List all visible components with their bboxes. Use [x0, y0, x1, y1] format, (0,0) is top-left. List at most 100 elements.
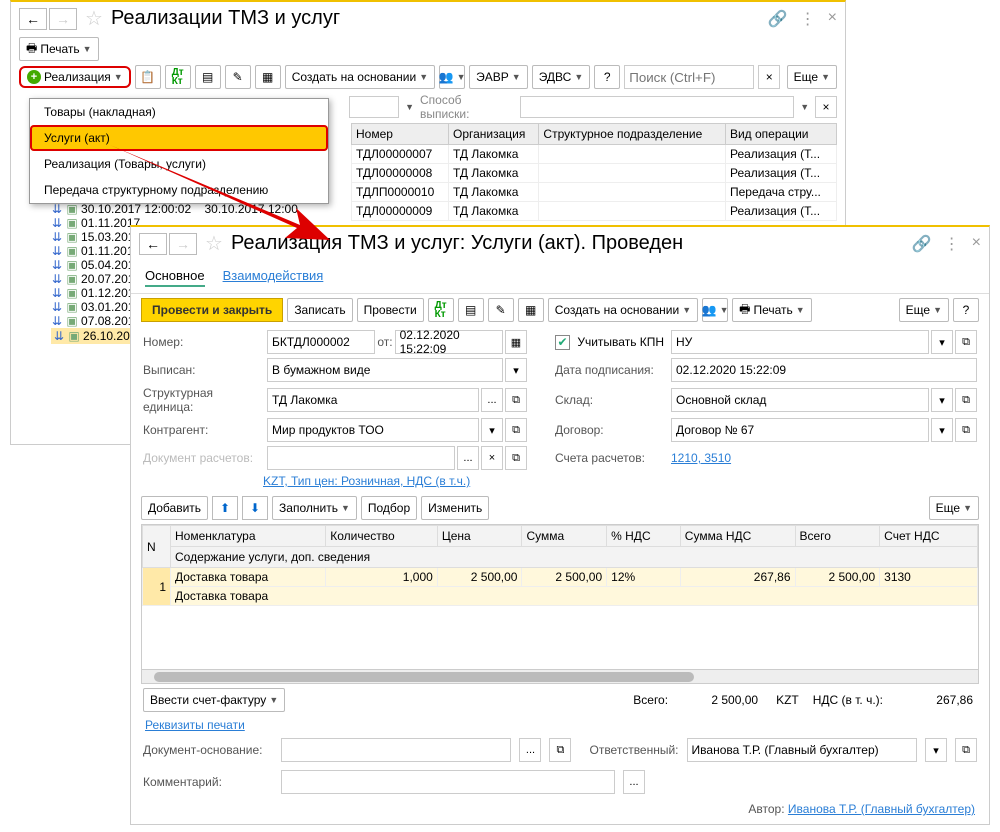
realize-button[interactable]: + Реализация ▼ [19, 66, 131, 88]
post-and-close-button[interactable]: Провести и закрыть [141, 298, 283, 322]
filter-label: Способ выписки: [420, 93, 514, 121]
number-field[interactable]: БКТДЛ000002 [267, 330, 375, 354]
vat-value: 267,86 [897, 693, 977, 707]
totals-row: Ввести счет-фактуру▼ Всего: 2 500,00 KZT… [131, 684, 989, 716]
contract-field[interactable]: Договор № 67 [671, 418, 929, 442]
table-row[interactable]: ТДЛ00000007ТД ЛакомкаРеализация (Т... [352, 145, 837, 164]
responsible-field[interactable]: Иванова Т.Р. (Главный бухгалтер) [687, 738, 917, 762]
pick-button[interactable]: Подбор [361, 496, 417, 520]
filter-method-input[interactable] [520, 96, 794, 118]
create-invoice-button[interactable]: Ввести счет-фактуру▼ [143, 688, 285, 712]
issued-field[interactable]: В бумажном виде [267, 358, 503, 382]
table-row[interactable]: ТДЛ00000008ТД ЛакомкаРеализация (Т... [352, 164, 837, 183]
copy-button[interactable]: 📋 [135, 65, 161, 89]
print-button[interactable]: 🖶 Печать ▼ [19, 37, 99, 61]
change-button[interactable]: Изменить [421, 496, 489, 520]
dropdown-icon[interactable]: ▾ [931, 330, 953, 354]
menu-item-transfer[interactable]: Передача структурному подразделению [30, 177, 328, 203]
items-toolbar: Добавить ⬆ ⬇ Заполнить▼ Подбор Изменить … [131, 492, 989, 524]
nav-forward-button[interactable]: → [49, 8, 77, 30]
pricetype-link[interactable]: KZT, Тип цен: Розничная, НДС (в т.ч.) [263, 474, 470, 488]
documents-table: Номер Организация Структурное подразделе… [351, 123, 837, 221]
tab-main[interactable]: Основное [145, 266, 205, 287]
horizontal-scrollbar[interactable] [142, 669, 978, 683]
fill-button[interactable]: Заполнить▼ [272, 496, 357, 520]
table-row[interactable]: 1 Доставка товара 1,000 2 500,00 2 500,0… [143, 568, 978, 587]
main-toolbar: + Реализация ▼ 📋 ДтКт ▤ ✎ ▦ Создать на о… [11, 63, 845, 91]
report-button[interactable]: ▤ [195, 65, 221, 89]
doc-window-title: Реализация ТМЗ и услуг: Услуги (акт). Пр… [231, 232, 904, 255]
sub-more-button[interactable]: Еще▼ [929, 496, 979, 520]
create-based-button[interactable]: Создать на основании▼ [285, 65, 435, 89]
create-based-button[interactable]: Создать на основании▼ [548, 298, 698, 322]
open-icon[interactable]: ⧉ [955, 330, 977, 354]
calendar-icon[interactable]: ▦ [505, 330, 527, 354]
table-row[interactable]: Доставка товара [143, 587, 978, 606]
tab-interactions[interactable]: Взаимодействия [223, 266, 324, 287]
signdate-field[interactable]: 02.12.2020 15:22:09 [671, 358, 977, 382]
help-button[interactable]: ? [953, 298, 979, 322]
users-button[interactable]: 👥▼ [439, 65, 465, 89]
menu-item-services[interactable]: Услуги (акт) [30, 125, 328, 151]
eavr-button[interactable]: ЭАВР▼ [469, 65, 528, 89]
warehouse-field[interactable]: Основной склад [671, 388, 929, 412]
chevron-down-icon: ▼ [83, 44, 92, 54]
clear-search-button[interactable]: × [758, 65, 780, 89]
menu-item-realization[interactable]: Реализация (Товары, услуги) [30, 151, 328, 177]
print-requisites-link[interactable]: Реквизиты печати [145, 718, 245, 732]
contractor-field[interactable]: Мир продуктов ТОО [267, 418, 479, 442]
filter-input-1[interactable] [349, 96, 399, 118]
struct-field[interactable]: ТД Лакомка [267, 388, 479, 412]
kpn-checkbox[interactable]: ✔ [555, 335, 570, 350]
struct-button[interactable]: ▦ [255, 65, 281, 89]
link-icon[interactable]: 🔗 [912, 234, 932, 254]
users-button[interactable]: 👥▼ [702, 298, 728, 322]
table-row[interactable]: ТДЛП0000010ТД ЛакомкаПередача стру... [352, 183, 837, 202]
favorite-icon[interactable]: ☆ [85, 6, 103, 31]
add-button[interactable]: Добавить [141, 496, 208, 520]
window-title: Реализации ТМЗ и услуг [111, 7, 760, 30]
link-icon[interactable]: 🔗 [768, 9, 788, 29]
favorite-icon[interactable]: ☆ [205, 231, 223, 256]
kebab-icon[interactable]: ⋮ [944, 234, 960, 254]
chevron-down-icon: ▼ [114, 72, 123, 82]
print-button[interactable]: 🖶 Печать▼ [732, 298, 812, 322]
accounts-link[interactable]: 1210, 3510 [671, 451, 731, 465]
move-up-button[interactable]: ⬆ [212, 496, 238, 520]
highlight-button[interactable]: ✎ [488, 298, 514, 322]
col-struct[interactable]: Структурное подразделение [539, 124, 726, 145]
date-field[interactable]: 02.12.2020 15:22:09 [395, 330, 503, 354]
nav-forward-button[interactable]: → [169, 233, 197, 255]
highlight-button[interactable]: ✎ [225, 65, 251, 89]
col-number[interactable]: Номер [352, 124, 449, 145]
menu-item-goods[interactable]: Товары (накладная) [30, 99, 328, 125]
close-icon[interactable]: × [972, 234, 981, 254]
write-button[interactable]: Записать [287, 298, 352, 322]
edvs-button[interactable]: ЭДВС▼ [532, 65, 591, 89]
dtk-button[interactable]: ДтКт [428, 298, 454, 322]
search-input[interactable] [624, 65, 754, 89]
help-button[interactable]: ? [594, 65, 620, 89]
kebab-icon[interactable]: ⋮ [800, 9, 816, 29]
number-label: Номер: [143, 335, 261, 349]
move-down-button[interactable]: ⬇ [242, 496, 268, 520]
docbase-field[interactable] [281, 738, 511, 762]
more-button[interactable]: Еще▼ [899, 298, 949, 322]
nav-back-button[interactable]: ← [139, 233, 167, 255]
col-op[interactable]: Вид операции [725, 124, 836, 145]
table-row[interactable]: ТДЛ00000009ТД ЛакомкаРеализация (Т... [352, 202, 837, 221]
settlement-doc-field[interactable] [267, 446, 455, 470]
close-icon[interactable]: × [828, 9, 837, 29]
more-button[interactable]: Еще▼ [787, 65, 837, 89]
dtk-button[interactable]: ДтКт [165, 65, 191, 89]
comment-field[interactable] [281, 770, 615, 794]
struct-button[interactable]: ▦ [518, 298, 544, 322]
report-button[interactable]: ▤ [458, 298, 484, 322]
author-link[interactable]: Иванова Т.Р. (Главный бухгалтер) [788, 802, 975, 816]
col-org[interactable]: Организация [448, 124, 538, 145]
post-button[interactable]: Провести [357, 298, 424, 322]
list-item[interactable]: ⇊ ▣ 30.10.2017 12:00:02 30.10.2017 12:00 [51, 202, 298, 216]
nav-back-button[interactable]: ← [19, 8, 47, 30]
kpn-field[interactable]: НУ [671, 330, 929, 354]
filter-clear-button[interactable]: × [815, 96, 837, 118]
